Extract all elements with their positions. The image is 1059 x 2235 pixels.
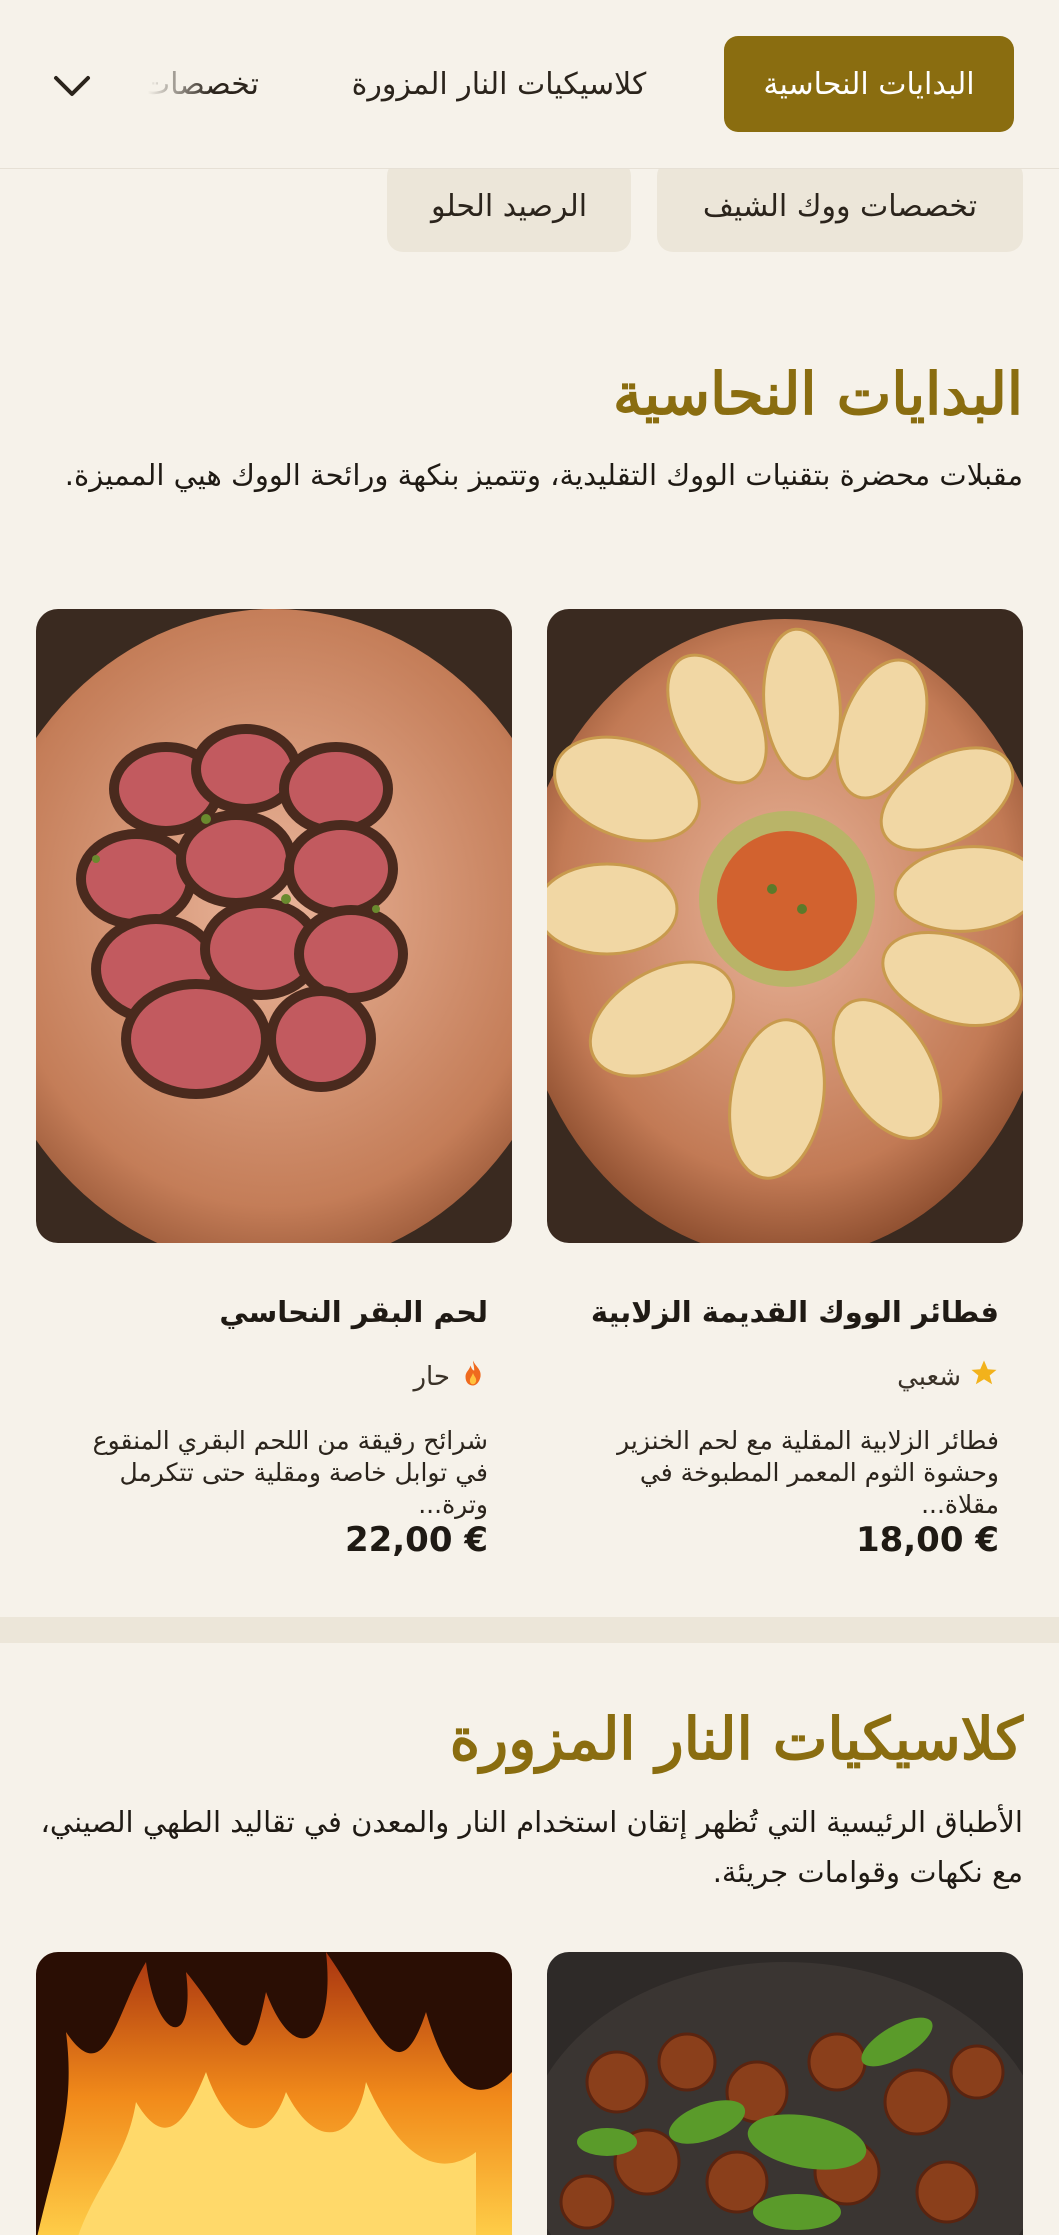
dish-image-dumplings[interactable] (547, 609, 1023, 1243)
pill-chef-wok-specialties[interactable]: تخصصات ووك الشيف (657, 160, 1023, 252)
section-description: مقبلات محضرة بتقنيات الووك التقليدية، وت… (64, 458, 1023, 492)
tab-forged-fire-classics[interactable]: كلاسيكيات النار المزورة (334, 36, 664, 132)
status-badge: شعبي (897, 1358, 999, 1395)
fire-icon (458, 1358, 488, 1395)
dish-image-flames[interactable] (36, 1952, 512, 2235)
pill-sweet-finale[interactable]: الرصيد الحلو (387, 160, 631, 252)
section-divider (0, 1617, 1059, 1643)
star-icon (969, 1358, 999, 1395)
section-title-forged-fire-classics: كلاسيكيات النار المزورة (449, 1705, 1023, 1773)
chevron-down-icon[interactable] (48, 62, 96, 110)
section-title-copper-starters: البدايات النحاسية (612, 360, 1023, 428)
dish-image-copper-beef[interactable] (36, 609, 512, 1243)
section-description: الأطباق الرئيسية التي تُظهر إتقان استخدا… (40, 1805, 1023, 1889)
topbar-surface: البدايات النحاسية كلاسيكيات النار المزور… (0, 0, 1059, 169)
tab-copper-starters[interactable]: البدايات النحاسية (724, 36, 1014, 132)
dish-description: فطائر الزلابية المقلية مع لحم الخنزير وح… (617, 1426, 999, 1519)
dish-description: شرائح رقيقة من اللحم البقري المنقوع في ت… (92, 1426, 488, 1519)
tab-specialties[interactable]: تخصصات (69, 36, 259, 132)
dish-name[interactable]: لحم البقر النحاسي (219, 1295, 488, 1329)
dish-name[interactable]: فطائر الووك القديمة الزلابية (591, 1295, 999, 1329)
status-badge: حار (413, 1358, 488, 1395)
dish-image-stir-fry[interactable] (547, 1952, 1023, 2235)
dish-price: 18,00 € (855, 1520, 999, 1560)
dish-price: 22,00 € (344, 1520, 488, 1560)
